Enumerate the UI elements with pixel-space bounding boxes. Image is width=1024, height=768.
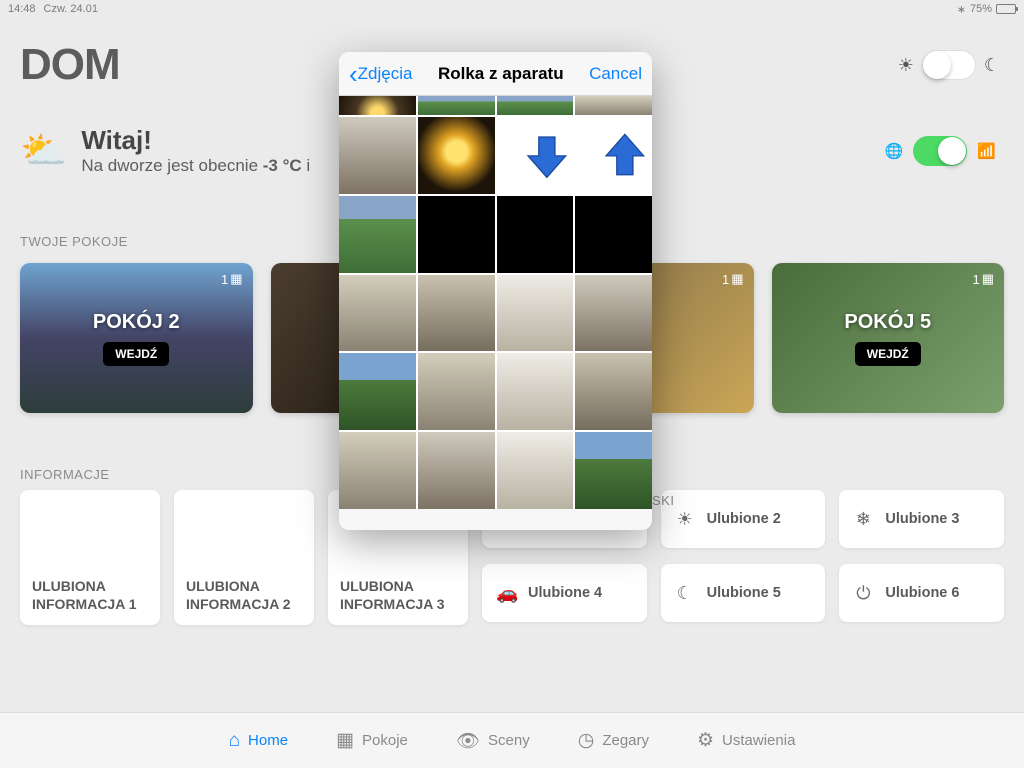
tab-rooms[interactable]: ▦Pokoje	[336, 729, 408, 752]
tab-settings[interactable]: ⚙Ustawienia	[697, 729, 795, 752]
room-card[interactable]: 1▦ POKÓJ 2 WEJDŹ	[20, 263, 253, 413]
info-card[interactable]: ULUBIONA INFORMACJA 2	[174, 490, 314, 625]
photo-thumb[interactable]	[418, 117, 495, 194]
photo-thumb[interactable]	[418, 275, 495, 352]
room-card[interactable]: 1▦ POKÓJ 5 WEJDŹ	[772, 263, 1005, 413]
picker-title: Rolka z aparatu	[438, 64, 564, 84]
status-bar: 14:48 Czw. 24.01 ∗ 75%	[0, 0, 1024, 18]
photo-thumb[interactable]	[497, 96, 574, 115]
picker-cancel-button[interactable]: Cancel	[589, 64, 642, 84]
photo-thumb[interactable]	[497, 117, 574, 194]
photo-thumb[interactable]	[497, 353, 574, 430]
battery-pct: 75%	[970, 3, 992, 15]
photo-thumb[interactable]	[418, 353, 495, 430]
status-time: 14:48	[8, 3, 36, 15]
picker-back-button[interactable]: ‹Zdjęcia	[349, 61, 412, 87]
garage-icon: 🚗	[496, 583, 516, 604]
eye-icon: 👁	[456, 729, 480, 753]
room-name: POKÓJ 5	[844, 311, 931, 334]
photo-thumb[interactable]	[339, 275, 416, 352]
weather-icon: ⛅	[20, 129, 67, 173]
photo-thumb[interactable]	[339, 196, 416, 273]
favorite-card[interactable]: ☀Ulubione 2	[661, 490, 826, 548]
globe-icon: 🌐	[885, 142, 904, 160]
tab-scenes[interactable]: 👁Sceny	[456, 729, 530, 753]
theme-toggle[interactable]	[922, 50, 976, 80]
enter-room-button[interactable]: WEJDŹ	[103, 342, 169, 366]
tab-bar: ⌂Home ▦Pokoje 👁Sceny ◷Zegary ⚙Ustawienia	[0, 713, 1024, 768]
photo-thumb[interactable]	[418, 196, 495, 273]
info-section-label: INFORMACJE	[20, 467, 110, 482]
network-toggle[interactable]	[913, 136, 967, 166]
clock-icon: ◷	[578, 729, 595, 752]
chevron-left-icon: ‹	[349, 61, 358, 87]
photo-thumb[interactable]	[575, 117, 652, 194]
photo-thumb[interactable]	[575, 432, 652, 509]
photo-thumb[interactable]	[497, 275, 574, 352]
tab-home[interactable]: ⌂Home	[229, 730, 289, 752]
gear-icon: ⚙	[697, 729, 714, 752]
photo-thumb[interactable]	[339, 432, 416, 509]
photo-thumb[interactable]	[339, 96, 416, 115]
room-name: POKÓJ 2	[93, 311, 180, 334]
photo-thumb[interactable]	[575, 275, 652, 352]
enter-room-button[interactable]: WEJDŹ	[855, 342, 921, 366]
theme-switch-group: ☀ ☾	[898, 50, 1000, 80]
photo-thumb[interactable]	[339, 353, 416, 430]
battery-icon	[996, 4, 1016, 14]
favorite-card[interactable]: ☾Ulubione 5	[661, 564, 826, 622]
power-icon: ⏻	[853, 583, 873, 604]
info-card[interactable]: ULUBIONA INFORMACJA 1	[20, 490, 160, 625]
truncated-label: SKI	[652, 493, 674, 508]
greeting-title: Witaj!	[81, 125, 310, 156]
favorite-card[interactable]: ⏻Ulubione 6	[839, 564, 1004, 622]
window-icon: ▦	[982, 271, 994, 287]
status-date: Czw. 24.01	[44, 3, 98, 15]
photo-picker-modal: ‹Zdjęcia Rolka z aparatu Cancel	[339, 52, 652, 530]
photo-grid	[339, 96, 652, 509]
favorite-card[interactable]: ❄Ulubione 3	[839, 490, 1004, 548]
grid-icon: ▦	[336, 729, 354, 752]
window-icon: ▦	[230, 271, 242, 287]
photo-thumb[interactable]	[418, 432, 495, 509]
photo-thumb[interactable]	[575, 96, 652, 115]
wifi-icon: 📶	[977, 142, 996, 160]
bluetooth-icon: ∗	[957, 3, 966, 16]
photo-thumb[interactable]	[339, 117, 416, 194]
brightness-icon: ☀	[675, 509, 695, 530]
photo-thumb[interactable]	[418, 96, 495, 115]
tab-timers[interactable]: ◷Zegary	[578, 729, 649, 752]
favorite-card[interactable]: 🚗Ulubione 4	[482, 564, 647, 622]
photo-thumb[interactable]	[497, 196, 574, 273]
photo-thumb[interactable]	[575, 196, 652, 273]
greeting-line: Na dworze jest obecnie -3 °C i	[81, 156, 310, 176]
moon-icon: ☾	[984, 55, 1000, 76]
photo-thumb[interactable]	[497, 432, 574, 509]
snowflake-icon: ❄	[853, 509, 873, 530]
home-icon: ⌂	[229, 730, 240, 752]
window-icon: ▦	[731, 271, 743, 287]
network-switch-group: 🌐 📶	[885, 136, 996, 166]
sun-icon: ☀	[898, 55, 914, 76]
moon-icon: ☾	[675, 583, 695, 604]
photo-thumb[interactable]	[575, 353, 652, 430]
page-title: DOM	[20, 40, 120, 90]
